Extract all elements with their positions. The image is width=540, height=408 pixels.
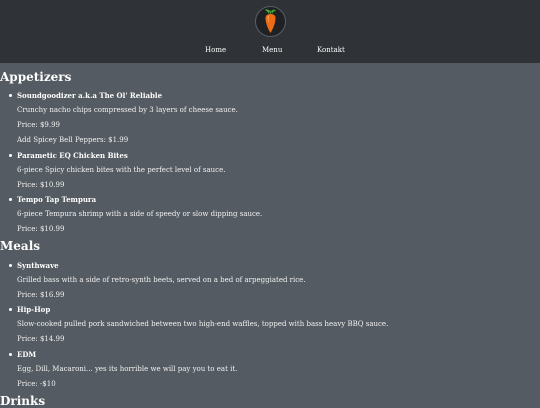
item-description: Crunchy nacho chips compressed by 3 laye…	[17, 106, 238, 114]
item-name: Synthwave	[17, 261, 59, 270]
section-title-meals: Meals	[0, 239, 41, 253]
bullet-icon	[9, 198, 12, 201]
item-price: Price: -$10	[17, 380, 56, 388]
item-name: Parametic EQ Chicken Bites	[17, 151, 128, 160]
bullet-icon	[9, 154, 12, 157]
item-description: 6-piece Tempura shrimp with a side of sp…	[17, 210, 263, 218]
item-description: 6-piece Spicy chicken bites with the per…	[17, 166, 226, 174]
item-name: Soundgoodizer a.k.a The Ol' Reliable	[17, 91, 163, 100]
section-title-drinks: Drinks	[0, 394, 46, 408]
bullet-icon	[9, 94, 12, 97]
nav-kontakt-link[interactable]: Kontakt	[317, 46, 345, 54]
item-price: Price: $9.99	[17, 121, 60, 129]
nav-menu-link[interactable]: Menu	[262, 46, 282, 54]
item-description: Slow-cooked pulled pork sandwiched betwe…	[17, 320, 389, 328]
site-header: Home Menu Kontakt	[0, 0, 540, 63]
item-price: Price: $10.99	[17, 225, 65, 233]
item-name: EDM	[17, 350, 37, 359]
item-name: Hip-Hop	[17, 305, 51, 314]
menu-content: Appetizers Soundgoodizer a.k.a The Ol' R…	[0, 63, 540, 408]
item-price: Price: $16.99	[17, 291, 65, 299]
item-description: Grilled bass with a side of retro-synth …	[17, 276, 306, 284]
item-name: Tempo Tap Tempura	[17, 195, 97, 204]
section-title-appetizers: Appetizers	[0, 70, 72, 84]
bullet-icon	[9, 308, 12, 311]
item-description: Egg, Dill, Macaroni... yes its horrible …	[17, 365, 238, 373]
bullet-icon	[9, 353, 12, 356]
item-price: Price: $14.99	[17, 335, 65, 343]
item-extra: Add Spicey Bell Peppers: $1.99	[17, 136, 129, 144]
bullet-icon	[9, 264, 12, 267]
main-nav: Home Menu Kontakt	[0, 46, 540, 58]
item-price: Price: $10.99	[17, 181, 65, 189]
carrot-logo-icon[interactable]	[255, 6, 286, 37]
nav-home-link[interactable]: Home	[205, 46, 226, 54]
